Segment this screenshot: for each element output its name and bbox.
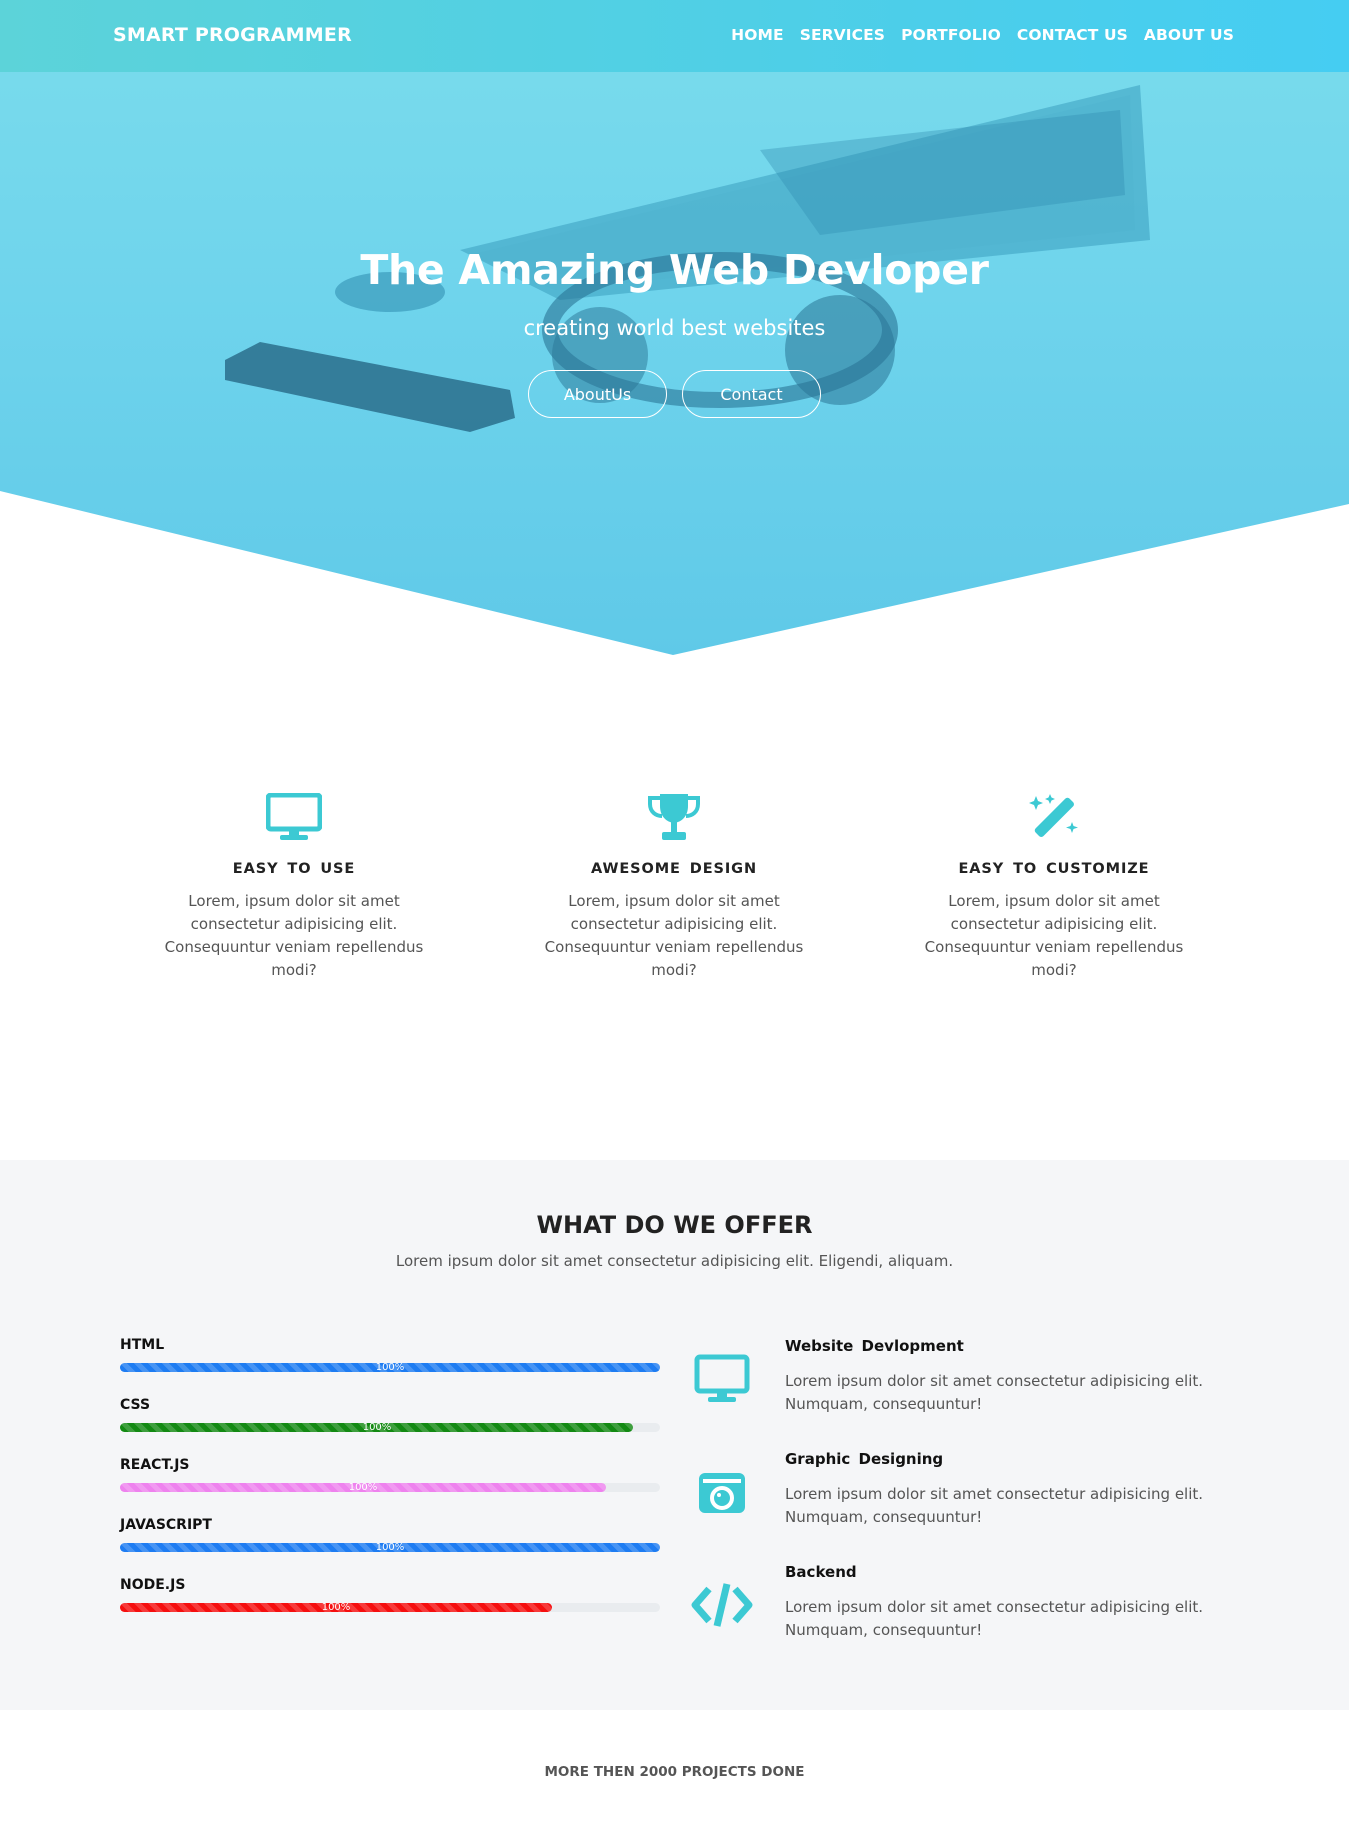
feature-text: Lorem, ipsum dolor sit amet consectetur …: [924, 892, 1184, 979]
skill-progress-bar: 100%: [120, 1482, 660, 1493]
skill-item: CSS 100%: [120, 1397, 660, 1457]
magic-wand-icon: [909, 790, 1199, 844]
skill-progress-bar: 100%: [120, 1602, 660, 1613]
hero-title: The Amazing Web Devloper: [360, 246, 989, 294]
desktop-icon: [690, 1349, 754, 1409]
skill-item: JAVASCRIPT 100%: [120, 1517, 660, 1577]
skill-name: NODE.JS: [120, 1577, 186, 1593]
nav-menu: HOME SERVICES PORTFOLIO CONTACT US ABOUT…: [731, 26, 1234, 44]
skill-name: JAVASCRIPT: [120, 1517, 212, 1533]
skill-percent-label: 100%: [321, 1602, 351, 1613]
service-title: Website Devlopment: [785, 1337, 964, 1355]
feature-card: EASY TO CUSTOMIZE Lorem, ipsum dolor sit…: [909, 790, 1199, 982]
nav-link-about-us[interactable]: ABOUT US: [1144, 26, 1234, 44]
offer-section: WHAT DO WE OFFER Lorem ipsum dolor sit a…: [0, 1160, 1349, 1710]
service-text: Lorem ipsum dolor sit amet consectetur a…: [785, 1598, 1204, 1639]
nav-link-portfolio[interactable]: PORTFOLIO: [901, 26, 1001, 44]
top-navbar: SMART PROGRAMMER HOME SERVICES PORTFOLIO…: [0, 0, 1349, 72]
contact-button[interactable]: Contact: [682, 370, 821, 418]
feature-title: EASY TO CUSTOMIZE: [958, 861, 1150, 877]
trophy-icon: [529, 790, 819, 844]
service-text: Lorem ipsum dolor sit amet consectetur a…: [785, 1485, 1204, 1526]
skill-progress-bar: 100%: [120, 1362, 660, 1373]
skill-percent-label: 100%: [348, 1482, 378, 1493]
hero-section: The Amazing Web Devloper creating world …: [0, 0, 1349, 655]
code-icon: [690, 1575, 754, 1635]
nav-link-services[interactable]: SERVICES: [800, 26, 885, 44]
offer-title: WHAT DO WE OFFER: [536, 1211, 813, 1239]
skill-percent-label: 100%: [375, 1362, 405, 1373]
feature-title: AWESOME DESIGN: [590, 861, 758, 877]
skill-name: CSS: [120, 1397, 151, 1413]
feature-text: Lorem, ipsum dolor sit amet consectetur …: [164, 892, 424, 979]
skill-item: NODE.JS 100%: [120, 1577, 660, 1637]
brand-logo[interactable]: SMART PROGRAMMER: [113, 24, 352, 46]
nav-link-contact-us[interactable]: CONTACT US: [1017, 26, 1128, 44]
skill-progress-bar: 100%: [120, 1422, 660, 1433]
skill-progress-bar: 100%: [120, 1542, 660, 1553]
offer-lead: Lorem ipsum dolor sit amet consectetur a…: [395, 1252, 954, 1270]
hero-subtitle: creating world best websites: [523, 316, 826, 340]
nav-link-home[interactable]: HOME: [731, 26, 784, 44]
camera-icon: [690, 1462, 754, 1522]
skills-list: HTML 100% CSS 100% REACT.JS 100% JAVASCRIPT 100…: [120, 1337, 660, 1637]
skill-percent-label: 100%: [362, 1422, 392, 1433]
feature-title: EASY TO USE: [232, 861, 356, 877]
service-title: Backend: [785, 1563, 857, 1581]
skill-item: HTML 100%: [120, 1337, 660, 1397]
skill-item: REACT.JS 100%: [120, 1457, 660, 1517]
service-item: Graphic Designing Lorem ipsum dolor sit …: [690, 1450, 1250, 1563]
projects-heading: MORE THEN 2000 PROJECTS DONE: [544, 1764, 805, 1780]
service-item: Website Devlopment Lorem ipsum dolor sit…: [690, 1337, 1250, 1450]
service-text: Lorem ipsum dolor sit amet consectetur a…: [785, 1372, 1204, 1413]
services-list: Website Devlopment Lorem ipsum dolor sit…: [690, 1337, 1250, 1676]
hero-buttons: AboutUs Contact: [0, 370, 1349, 418]
feature-card: AWESOME DESIGN Lorem, ipsum dolor sit am…: [529, 790, 819, 982]
feature-card: EASY TO USE Lorem, ipsum dolor sit amet …: [149, 790, 439, 982]
about-us-button[interactable]: AboutUs: [528, 370, 667, 418]
skill-percent-label: 100%: [375, 1542, 405, 1553]
service-item: Backend Lorem ipsum dolor sit amet conse…: [690, 1563, 1250, 1676]
service-title: Graphic Designing: [785, 1450, 944, 1468]
desktop-icon: [149, 790, 439, 844]
feature-text: Lorem, ipsum dolor sit amet consectetur …: [544, 892, 804, 979]
skill-name: HTML: [120, 1337, 165, 1353]
skill-name: REACT.JS: [120, 1457, 190, 1473]
features-section: EASY TO USE Lorem, ipsum dolor sit amet …: [0, 790, 1349, 1020]
